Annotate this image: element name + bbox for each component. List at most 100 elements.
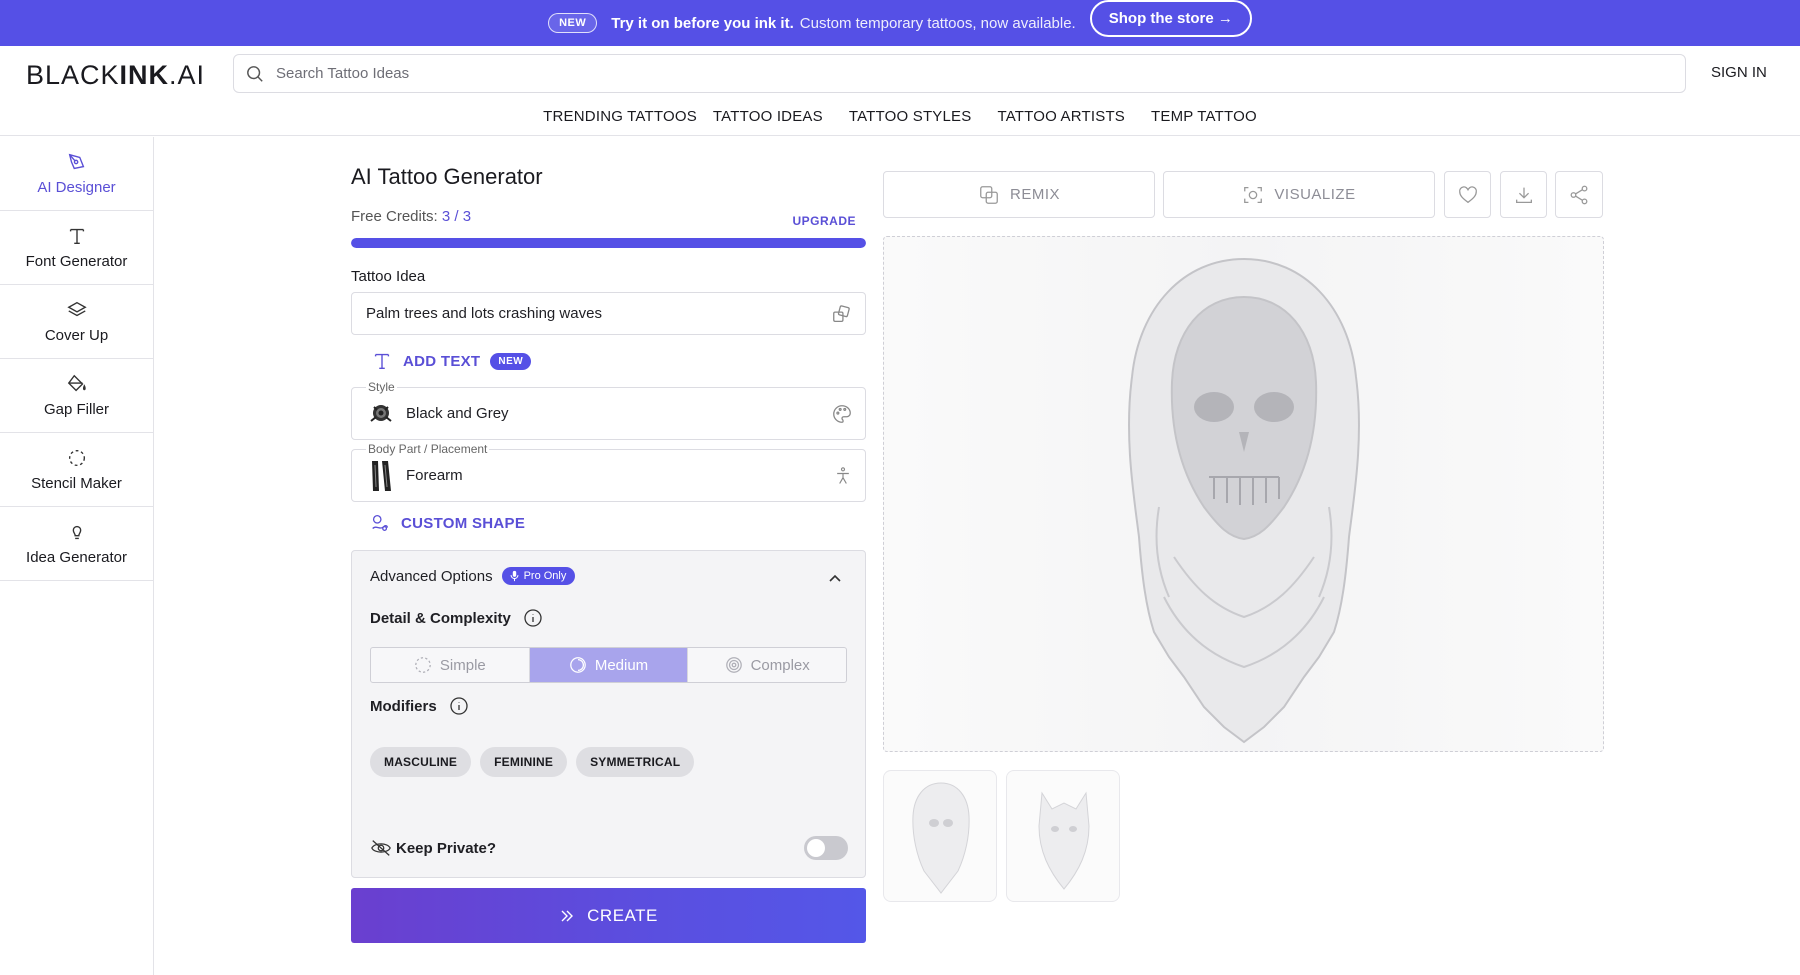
advanced-options-panel: Advanced Options Pro Only Detail & Compl… [351, 550, 866, 878]
modifier-chips: MASCULINE FEMININE SYMMETRICAL [370, 747, 695, 777]
sidebar-item-label: Idea Generator [26, 549, 127, 566]
placement-label: Body Part / Placement [366, 442, 490, 456]
sidebar-item-idea-generator[interactable]: Idea Generator [0, 507, 153, 581]
nav-tattoo-ideas[interactable]: TATTOO IDEAS [713, 108, 823, 125]
sidebar-item-gap-filler[interactable]: Gap Filler [0, 359, 153, 433]
text-t-icon [69, 228, 84, 245]
visualize-button[interactable]: VISUALIZE [1163, 171, 1435, 218]
nav-trending-tattoos[interactable]: TRENDING TATTOOS [543, 108, 697, 125]
skull-hood-tattoo-image [1128, 257, 1360, 744]
download-icon [1515, 187, 1532, 203]
dashed-circle-icon [415, 657, 431, 673]
palette-icon [833, 404, 851, 423]
history-thumbnail-skull[interactable] [883, 770, 997, 902]
custom-shape-icon [372, 515, 388, 531]
heart-icon [1458, 185, 1477, 203]
nav-tattoo-styles[interactable]: TATTOO STYLES [849, 108, 972, 125]
sidebar-item-label: Stencil Maker [31, 475, 122, 492]
microphone-icon [510, 570, 519, 582]
credits-used: 3 [441, 208, 451, 225]
shuffle-prompt-icon[interactable] [831, 303, 853, 325]
complexity-simple-option[interactable]: Simple [371, 648, 530, 682]
detail-complexity-heading: Detail & Complexity [370, 608, 543, 628]
keep-private-label: Keep Private? [370, 838, 496, 858]
chevron-up-icon[interactable] [827, 571, 843, 587]
pen-nib-icon [68, 153, 84, 170]
credits-total: 3 [462, 208, 472, 225]
info-icon[interactable] [523, 608, 543, 628]
credits-label: Free Credits: 3 / 3 [351, 208, 472, 225]
sign-in-link[interactable]: SIGN IN [1711, 64, 1767, 81]
modifier-chip-symmetrical[interactable]: SYMMETRICAL [576, 747, 695, 777]
add-text-button[interactable]: ADD TEXT NEW [371, 350, 532, 372]
advanced-options-header[interactable]: Advanced Options Pro Only [370, 567, 576, 585]
sidebar-item-label: Font Generator [25, 253, 128, 270]
banner-subtext: Custom temporary tattoos, now available. [799, 14, 1076, 32]
sidebar-item-font-generator[interactable]: Font Generator [0, 211, 153, 285]
promo-banner: NEW Try it on before you ink it. Custom … [0, 0, 1800, 46]
sidebar-item-ai-designer[interactable]: AI Designer [0, 137, 153, 211]
style-label: Style [366, 380, 397, 394]
skull-tattoo-thumbnail [912, 782, 970, 894]
keep-private-toggle[interactable] [804, 836, 848, 860]
info-icon[interactable] [449, 696, 469, 716]
dashed-circle-icon [68, 449, 85, 467]
tattoo-idea-label: Tattoo Idea [351, 268, 426, 285]
half-circle-icon [569, 657, 586, 673]
style-select[interactable]: Style Black and Grey [351, 380, 866, 440]
share-button[interactable] [1555, 171, 1603, 218]
credits-progress-fill [351, 238, 866, 248]
shop-store-button[interactable]: Shop the store → [1089, 0, 1252, 37]
modifiers-heading: Modifiers [370, 696, 469, 716]
tool-sidebar: AI Designer Font Generator Cover Up Gap … [0, 137, 154, 975]
eye-slash-icon [371, 840, 391, 856]
search-icon [247, 65, 263, 82]
sidebar-item-label: Cover Up [44, 327, 109, 344]
nav-tattoo-artists[interactable]: TATTOO ARTISTS [997, 108, 1125, 125]
sidebar-item-label: Gap Filler [43, 401, 110, 418]
complexity-segmented-control: Simple Medium Complex [370, 647, 847, 683]
remix-icon [980, 185, 998, 204]
search-input[interactable] [276, 65, 1576, 82]
tattoo-idea-input[interactable]: Palm trees and lots crashing waves [351, 292, 866, 335]
custom-shape-button[interactable]: CUSTOM SHAPE [369, 512, 525, 534]
history-thumbnail-wolf[interactable] [1006, 770, 1120, 902]
upgrade-link[interactable]: UPGRADE [792, 214, 856, 228]
tattoo-preview [883, 236, 1604, 752]
credits-progress-bar [351, 238, 866, 248]
wolf-tattoo-thumbnail [1038, 791, 1090, 890]
modifier-chip-masculine[interactable]: MASCULINE [370, 747, 472, 777]
complexity-medium-option[interactable]: Medium [529, 648, 689, 682]
placement-select[interactable]: Body Part / Placement Forearm [351, 442, 866, 502]
nav-temp-tattoo[interactable]: TEMP TATTOO [1151, 108, 1257, 125]
share-icon [1570, 185, 1588, 204]
search-bar [233, 54, 1686, 93]
tattoo-idea-value: Palm trees and lots crashing waves [366, 305, 602, 322]
layers-icon [66, 301, 87, 317]
new-badge: NEW [548, 13, 598, 33]
paint-bucket-icon [67, 374, 86, 392]
camera-focus-icon [1244, 186, 1263, 203]
sidebar-item-stencil-maker[interactable]: Stencil Maker [0, 433, 153, 507]
complexity-complex-option[interactable]: Complex [688, 648, 846, 682]
remix-button[interactable]: REMIX [883, 171, 1155, 218]
site-header: BLACKINK.AI SIGN IN TRENDING TATTOOS TAT… [0, 46, 1800, 136]
rose-style-thumbnail [366, 397, 396, 431]
favorite-button[interactable] [1444, 171, 1491, 218]
toggle-knob [807, 839, 825, 857]
placement-value: Forearm [406, 467, 463, 484]
logo[interactable]: BLACKINK.AI [26, 60, 205, 91]
lightbulb-icon [72, 525, 81, 540]
concentric-circle-icon [725, 657, 742, 673]
text-t-icon [374, 353, 390, 370]
main-nav: TRENDING TATTOOS TATTOO IDEAS TATTOO STY… [0, 108, 1800, 125]
body-figure-icon [837, 466, 849, 484]
forearm-thumbnail [366, 459, 396, 493]
sidebar-item-cover-up[interactable]: Cover Up [0, 285, 153, 359]
create-button[interactable]: CREATE [351, 888, 866, 943]
double-chevron-right-icon [561, 910, 574, 921]
page-title: AI Tattoo Generator [351, 164, 543, 189]
banner-headline: Try it on before you ink it. [611, 14, 794, 32]
modifier-chip-feminine[interactable]: FEMININE [480, 747, 568, 777]
download-button[interactable] [1500, 171, 1547, 218]
